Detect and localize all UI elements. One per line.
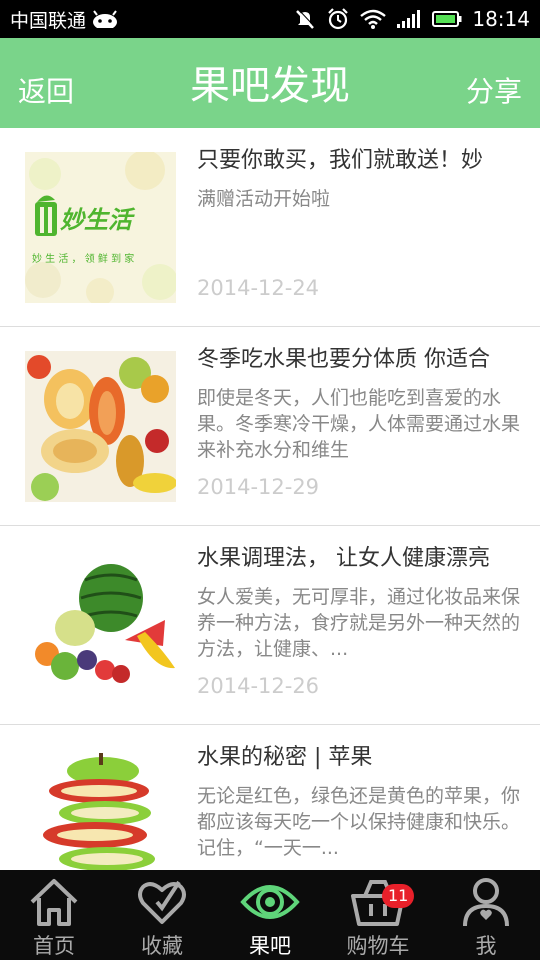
- article-title: 只要你敢买，我们就敢送！妙: [197, 148, 484, 173]
- article-thumbnail: [25, 550, 176, 701]
- article-summary: 满赠活动开始啦: [197, 188, 331, 210]
- article-summary: 即使是冬天，人们也能吃到喜爱的水果。冬季寒冷干燥，人体需要通过水果来补充水分和维…: [197, 387, 520, 461]
- logo-slogan: 妙 生 活 ， 领 鲜 到 家: [32, 254, 135, 265]
- tab-me[interactable]: 我: [432, 870, 540, 960]
- wifi-icon: [360, 9, 387, 29]
- share-button[interactable]: 分享: [466, 38, 522, 128]
- battery-icon: [432, 11, 462, 27]
- list-item[interactable]: 冬季吃水果也要分体质 你适合 即使是冬天，人们也能吃到喜爱的水果。冬季寒冷干燥，…: [0, 327, 540, 526]
- list-item[interactable]: 水果的秘密 | 苹果 无论是红色，绿色还是黄色的苹果，你都应该每天吃一个以保持健…: [0, 725, 540, 870]
- tab-favorites[interactable]: 收藏: [108, 870, 216, 960]
- person-icon: [463, 878, 509, 927]
- article-title: 水果的秘密 | 苹果: [197, 745, 373, 770]
- tab-label: 首页: [33, 934, 75, 958]
- article-title: 水果调理法， 让女人健康漂亮: [197, 546, 490, 571]
- status-bar: 中国联通 18:14: [0, 0, 540, 38]
- article-summary: 无论是红色，绿色还是黄色的苹果，你都应该每天吃一个以保持健康和快乐。记住，“一天…: [197, 785, 520, 859]
- android-icon: [93, 10, 118, 28]
- article-thumbnail: [25, 749, 176, 870]
- page-title: 果吧发现: [190, 63, 350, 109]
- signal-icon: [397, 10, 421, 28]
- tab-guoba[interactable]: 果吧: [216, 870, 324, 960]
- cart-count-badge: 11: [382, 884, 415, 908]
- carrier-name: 中国联通: [10, 9, 87, 32]
- tab-label: 果吧: [249, 934, 291, 958]
- tab-cart[interactable]: 11 购物车: [324, 870, 432, 960]
- article-title: 冬季吃水果也要分体质 你适合: [197, 347, 490, 372]
- heart-icon: [138, 880, 186, 924]
- list-item[interactable]: 妙生活 妙 生 活 ， 领 鲜 到 家 只要你敢买，我们就敢送！妙 满赠活动开始…: [0, 128, 540, 327]
- article-date: 2014-12-29: [197, 475, 320, 499]
- list-item[interactable]: 水果调理法， 让女人健康漂亮 女人爱美，无可厚非，通过化妆品来保养一种方法，食疗…: [0, 526, 540, 725]
- article-date: 2014-12-24: [197, 276, 320, 300]
- bottom-tab-bar: 首页 收藏 果吧 11 购物车 我: [0, 870, 540, 960]
- article-summary: 女人爱美，无可厚非，通过化妆品来保养一种方法，食疗就是另外一种天然的方法，让健康…: [197, 586, 520, 660]
- tab-label: 收藏: [141, 934, 183, 958]
- alarm-icon: [328, 8, 349, 30]
- article-date: 2014-12-26: [197, 674, 320, 698]
- mute-icon: [296, 9, 316, 29]
- article-list: 妙生活 妙 生 活 ， 领 鲜 到 家 只要你敢买，我们就敢送！妙 满赠活动开始…: [0, 128, 540, 870]
- tab-label: 购物车: [346, 934, 410, 958]
- eye-icon: [240, 885, 300, 919]
- home-icon: [30, 879, 78, 926]
- app-header: 返回 果吧发现 分享: [0, 38, 540, 128]
- article-thumbnail: [25, 351, 176, 502]
- logo-text: 妙生活: [60, 206, 132, 234]
- tab-home[interactable]: 首页: [0, 870, 108, 960]
- clock: 18:14: [472, 7, 530, 31]
- tab-label: 我: [475, 934, 497, 958]
